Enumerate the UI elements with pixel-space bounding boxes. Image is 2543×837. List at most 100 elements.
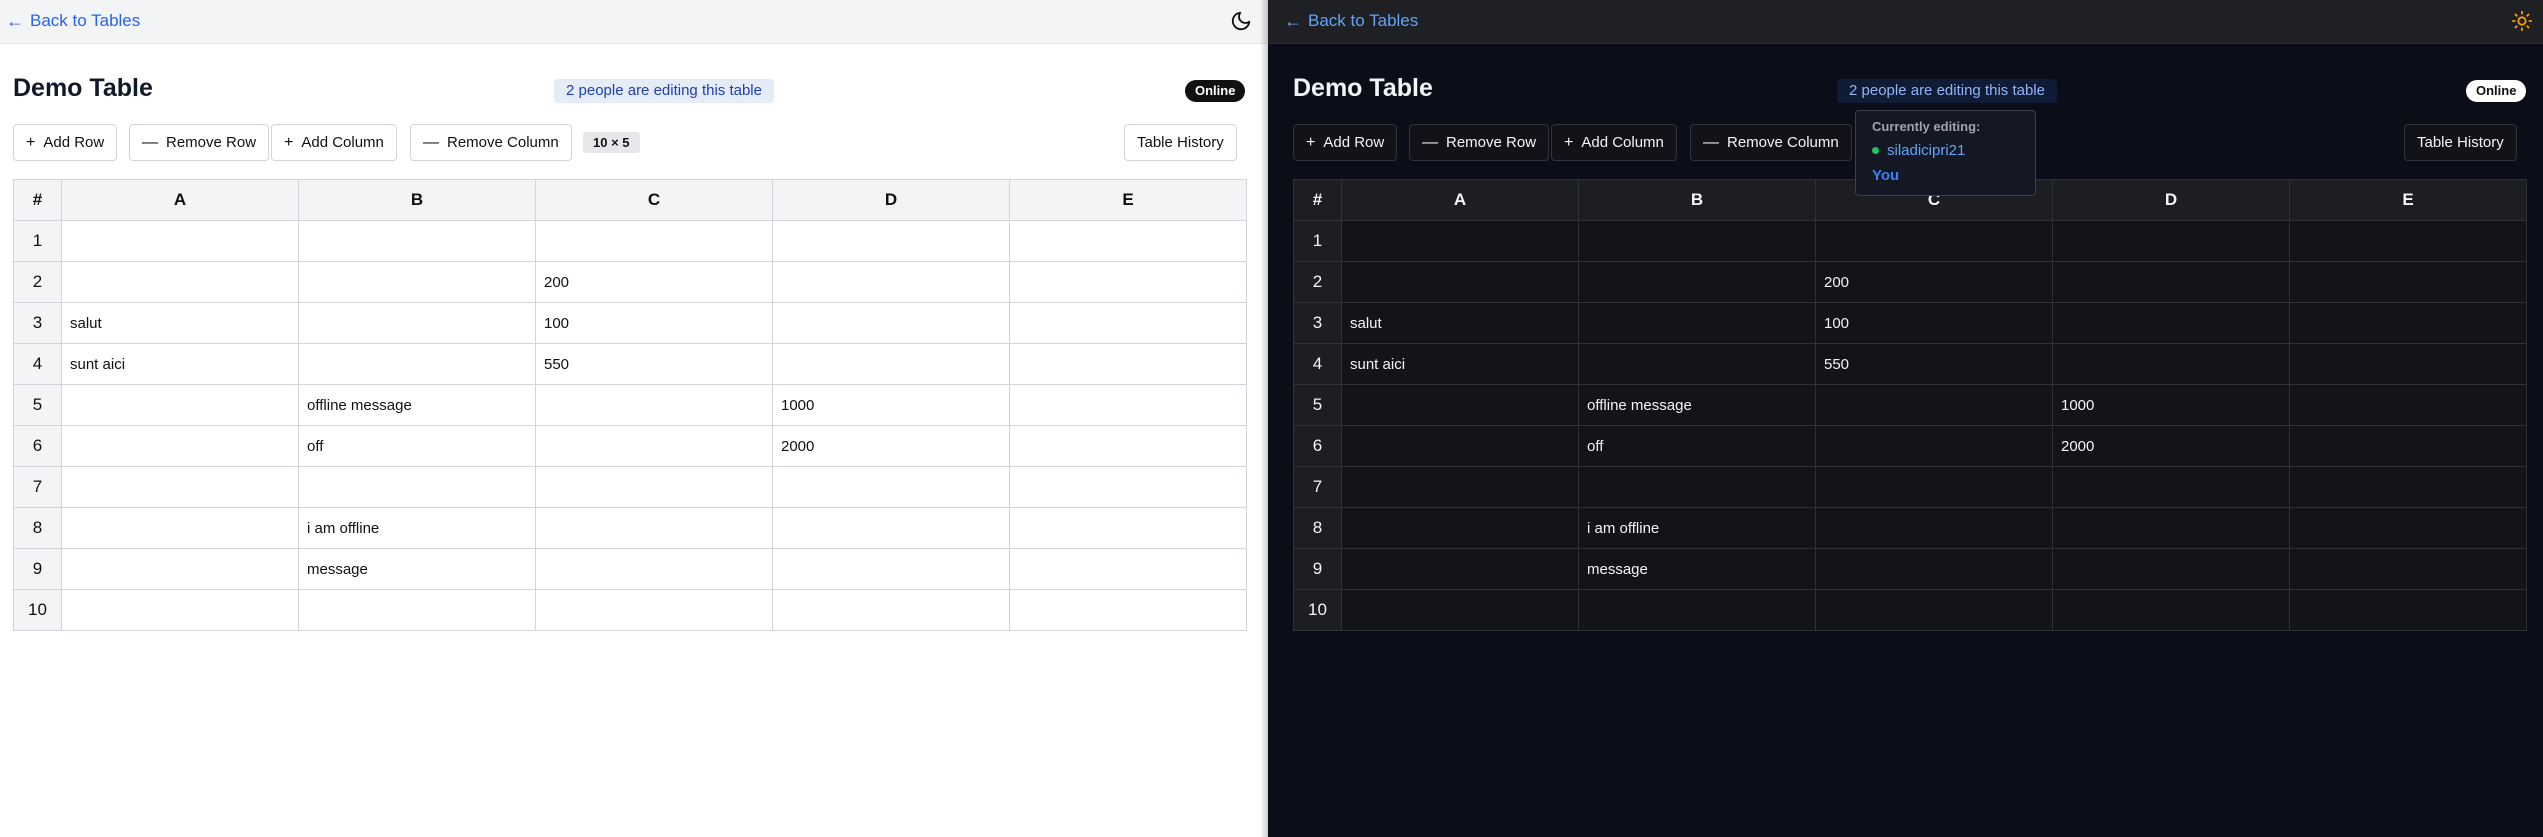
table-history-button[interactable]: Table History [1124, 124, 1237, 161]
table-cell[interactable] [2289, 261, 2527, 303]
table-cell[interactable]: salut [61, 302, 299, 344]
table-cell[interactable] [535, 466, 773, 508]
table-cell[interactable] [772, 302, 1010, 344]
table-cell[interactable] [2289, 302, 2527, 344]
table-cell[interactable] [1341, 261, 1579, 303]
table-cell[interactable] [2289, 589, 2527, 631]
table-cell[interactable] [61, 384, 299, 426]
table-cell[interactable] [535, 548, 773, 590]
table-cell[interactable] [2052, 261, 2290, 303]
table-cell[interactable] [1815, 384, 2053, 426]
table-cell[interactable] [1578, 220, 1816, 262]
table-cell[interactable] [2289, 466, 2527, 508]
add-row-button[interactable]: + Add Row [1293, 124, 1398, 161]
table-cell[interactable]: sunt aici [61, 343, 299, 385]
table-cell[interactable] [1341, 384, 1579, 426]
moon-icon[interactable] [1230, 10, 1252, 32]
table-cell[interactable] [1009, 548, 1247, 590]
table-cell[interactable] [772, 507, 1010, 549]
table-cell[interactable]: 100 [1815, 302, 2053, 344]
table-cell[interactable] [2052, 507, 2290, 549]
table-cell[interactable] [535, 507, 773, 549]
table-cell[interactable]: offline message [1578, 384, 1816, 426]
add-column-button[interactable]: + Add Column [271, 124, 397, 161]
table-cell[interactable]: i am offline [298, 507, 536, 549]
table-cell[interactable] [1815, 425, 2053, 467]
table-cell[interactable] [298, 302, 536, 344]
table-cell[interactable]: sunt aici [1341, 343, 1579, 385]
table-cell[interactable] [535, 384, 773, 426]
table-cell[interactable] [1341, 425, 1579, 467]
table-cell[interactable]: 2000 [2052, 425, 2290, 467]
table-cell[interactable]: 550 [1815, 343, 2053, 385]
table-cell[interactable] [2052, 466, 2290, 508]
table-cell[interactable] [1578, 302, 1816, 344]
table-cell[interactable] [1009, 384, 1247, 426]
table-cell[interactable] [298, 261, 536, 303]
table-cell[interactable] [1815, 220, 2053, 262]
table-cell[interactable] [298, 220, 536, 262]
table-cell[interactable] [772, 220, 1010, 262]
table-cell[interactable]: 200 [1815, 261, 2053, 303]
remove-row-button[interactable]: — Remove Row [1409, 124, 1550, 161]
table-cell[interactable]: 1000 [772, 384, 1010, 426]
table-cell[interactable] [1009, 261, 1247, 303]
table-cell[interactable] [2052, 343, 2290, 385]
table-cell[interactable]: 100 [535, 302, 773, 344]
table-cell[interactable] [1341, 507, 1579, 549]
table-cell[interactable] [2052, 302, 2290, 344]
table-cell[interactable] [1578, 343, 1816, 385]
table-cell[interactable] [1009, 466, 1247, 508]
table-cell[interactable] [2289, 425, 2527, 467]
table-cell[interactable] [2052, 548, 2290, 590]
table-cell[interactable] [772, 261, 1010, 303]
remove-row-button[interactable]: — Remove Row [129, 124, 270, 161]
table-cell[interactable]: 550 [535, 343, 773, 385]
table-cell[interactable] [772, 548, 1010, 590]
table-cell[interactable] [1578, 589, 1816, 631]
table-cell[interactable]: message [1578, 548, 1816, 590]
table-cell[interactable] [1009, 343, 1247, 385]
table-cell[interactable] [61, 507, 299, 549]
table-cell[interactable]: off [1578, 425, 1816, 467]
table-cell[interactable]: salut [1341, 302, 1579, 344]
table-cell[interactable] [1578, 261, 1816, 303]
table-history-button[interactable]: Table History [2404, 124, 2517, 161]
table-cell[interactable]: 200 [535, 261, 773, 303]
back-to-tables-link[interactable]: ← Back to Tables [6, 11, 140, 31]
table-cell[interactable]: 2000 [772, 425, 1010, 467]
table-cell[interactable] [2289, 548, 2527, 590]
table-cell[interactable] [2289, 507, 2527, 549]
table-cell[interactable] [61, 589, 299, 631]
table-cell[interactable] [535, 425, 773, 467]
table-cell[interactable] [1815, 466, 2053, 508]
table-cell[interactable] [61, 548, 299, 590]
table-cell[interactable] [2052, 220, 2290, 262]
table-cell[interactable] [1009, 425, 1247, 467]
table-cell[interactable] [2289, 343, 2527, 385]
remove-column-button[interactable]: — Remove Column [410, 124, 572, 161]
table-cell[interactable] [61, 261, 299, 303]
editing-status-badge[interactable]: 2 people are editing this table [1837, 79, 2057, 103]
table-cell[interactable] [772, 466, 1010, 508]
remove-column-button[interactable]: — Remove Column [1690, 124, 1852, 161]
table-cell[interactable] [61, 466, 299, 508]
table-cell[interactable] [1341, 589, 1579, 631]
table-cell[interactable] [1009, 220, 1247, 262]
table-cell[interactable] [772, 343, 1010, 385]
table-cell[interactable] [1341, 548, 1579, 590]
back-to-tables-link[interactable]: ← Back to Tables [1284, 11, 1418, 31]
table-cell[interactable] [2289, 220, 2527, 262]
table-cell[interactable] [1009, 507, 1247, 549]
table-cell[interactable]: i am offline [1578, 507, 1816, 549]
table-cell[interactable] [298, 343, 536, 385]
add-row-button[interactable]: + Add Row [13, 124, 118, 161]
table-cell[interactable] [61, 220, 299, 262]
table-cell[interactable]: message [298, 548, 536, 590]
editing-status-badge[interactable]: 2 people are editing this table [554, 79, 774, 103]
table-cell[interactable] [772, 589, 1010, 631]
table-cell[interactable] [61, 425, 299, 467]
table-cell[interactable]: off [298, 425, 536, 467]
table-cell[interactable] [1341, 220, 1579, 262]
table-cell[interactable] [1815, 548, 2053, 590]
